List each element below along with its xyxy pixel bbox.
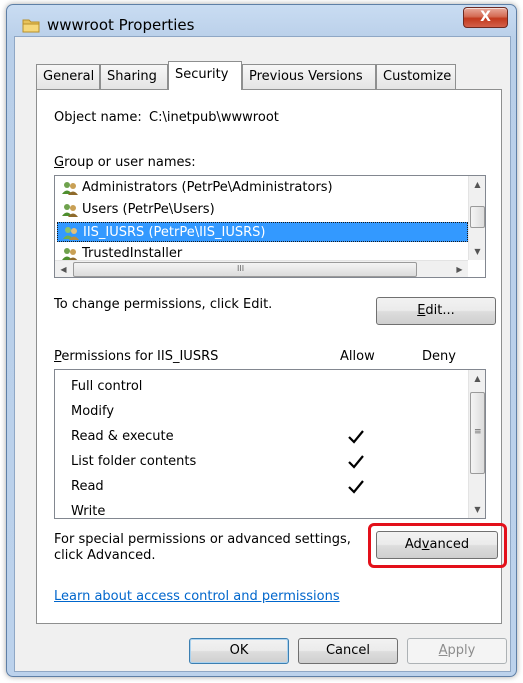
list-item[interactable]: Administrators (PetrPe\Administrators) xyxy=(57,178,468,198)
group-user-label: Group or user names: xyxy=(54,155,196,170)
apply-button[interactable]: Apply xyxy=(407,638,507,664)
permission-name: Read xyxy=(71,479,104,494)
scroll-right-arrow-icon[interactable]: ▶ xyxy=(451,261,468,277)
permission-row: Read xyxy=(71,474,104,499)
permission-row: Write xyxy=(71,499,106,519)
dialog-body: General Sharing Security Previous Versio… xyxy=(14,36,511,672)
list-item-label: Users (PetrPe\Users) xyxy=(82,202,215,217)
scroll-down-arrow-icon[interactable]: ▼ xyxy=(469,243,485,260)
allow-check-icon xyxy=(347,429,365,445)
window-title: wwwroot Properties xyxy=(47,16,195,34)
users-icon xyxy=(61,181,79,195)
scrollbar-thumb[interactable]: ≡ xyxy=(470,392,485,474)
permission-name: Read & execute xyxy=(71,429,174,444)
permission-row: List folder contents xyxy=(71,449,196,474)
permissions-label: Permissions for IIS_IUSRS xyxy=(54,349,218,364)
permission-name: Modify xyxy=(71,404,115,419)
tab-label: General xyxy=(43,69,95,84)
scroll-up-arrow-icon[interactable]: ▲ xyxy=(469,370,485,387)
allow-check-icon xyxy=(347,479,365,495)
permission-row: Read & execute xyxy=(71,424,174,449)
label-text: ermissions for IIS_IUSRS xyxy=(61,349,219,364)
list-item-label: Administrators (PetrPe\Administrators) xyxy=(82,180,333,195)
permission-name: List folder contents xyxy=(71,454,197,469)
scrollbar-thumb[interactable] xyxy=(470,206,485,228)
change-permissions-hint: To change permissions, click Edit. xyxy=(54,297,273,312)
edit-button[interactable]: Edit... xyxy=(376,297,496,325)
tab-sharing[interactable]: Sharing xyxy=(100,64,168,89)
button-label: dit... xyxy=(425,303,455,318)
accelerator-key: G xyxy=(54,155,65,170)
special-permissions-text: For special permissions or advanced sett… xyxy=(54,532,351,547)
tab-label: Customize xyxy=(383,69,452,84)
permissions-list[interactable]: Full control Modify Read & execute List … xyxy=(54,369,486,519)
allow-check-icon xyxy=(347,454,365,470)
object-name-value: C:\inetpub\wwwroot xyxy=(149,110,279,125)
permission-name: Write xyxy=(71,504,106,519)
tab-customize[interactable]: Customize xyxy=(376,64,456,89)
object-name-label: Object name: xyxy=(54,110,142,125)
button-label: anced xyxy=(429,537,470,552)
accelerator-key: A xyxy=(438,643,448,658)
special-permissions-text-2: click Advanced. xyxy=(54,548,156,563)
users-icon xyxy=(62,226,80,240)
close-icon: X xyxy=(480,9,491,25)
accelerator-key: v xyxy=(421,537,430,552)
tab-previous-versions[interactable]: Previous Versions xyxy=(242,64,376,89)
tab-label: Previous Versions xyxy=(249,69,363,84)
vertical-scrollbar[interactable]: ▲ ≡ ▼ xyxy=(468,370,485,518)
button-label: Cancel xyxy=(325,643,371,658)
button-label: Ad xyxy=(404,537,422,552)
security-tab-panel: Object name: C:\inetpub\wwwroot Group or… xyxy=(36,89,507,624)
users-icon xyxy=(61,247,79,261)
users-icon xyxy=(61,203,79,217)
tab-general[interactable]: General xyxy=(36,64,100,89)
properties-window: wwwroot Properties X General Sharing Sec… xyxy=(6,4,517,677)
scroll-up-arrow-icon[interactable]: ▲ xyxy=(469,176,485,193)
scrollbar-grip-icon: ≡ xyxy=(474,427,482,437)
scrollbar-thumb[interactable]: III xyxy=(73,262,417,277)
vertical-scrollbar[interactable]: ▲ ▼ xyxy=(468,176,485,260)
label-text: roup or user names: xyxy=(64,155,196,170)
learn-access-control-link[interactable]: Learn about access control and permissio… xyxy=(54,589,340,604)
button-label: pply xyxy=(447,643,476,658)
scroll-left-arrow-icon[interactable]: ◀ xyxy=(55,261,72,277)
deny-column-header: Deny xyxy=(422,349,456,364)
allow-column-header: Allow xyxy=(340,349,375,364)
folder-icon xyxy=(21,16,41,34)
scrollbar-grip: III xyxy=(237,264,245,273)
tab-label: Sharing xyxy=(107,69,157,84)
advanced-button[interactable]: Advanced xyxy=(376,531,498,559)
tab-label: Security xyxy=(175,67,229,82)
ok-button[interactable]: OK xyxy=(189,638,289,664)
scroll-down-arrow-icon[interactable]: ▼ xyxy=(469,501,485,518)
list-item-label: IIS_IUSRS (PetrPe\IIS_IUSRS) xyxy=(83,225,266,240)
close-button[interactable]: X xyxy=(463,7,508,28)
permission-row: Full control xyxy=(71,374,142,399)
tab-security[interactable]: Security xyxy=(168,61,242,90)
permission-name: Full control xyxy=(71,379,143,394)
cancel-button[interactable]: Cancel xyxy=(298,638,398,664)
list-item[interactable]: Users (PetrPe\Users) xyxy=(57,200,468,220)
horizontal-scrollbar[interactable]: ◀ III ▶ xyxy=(55,260,468,277)
button-label: OK xyxy=(229,643,249,658)
permission-row: Modify xyxy=(71,399,114,424)
group-user-list[interactable]: Administrators (PetrPe\Administrators) U… xyxy=(54,175,486,278)
list-item-selected[interactable]: IIS_IUSRS (PetrPe\IIS_IUSRS) xyxy=(57,222,468,242)
